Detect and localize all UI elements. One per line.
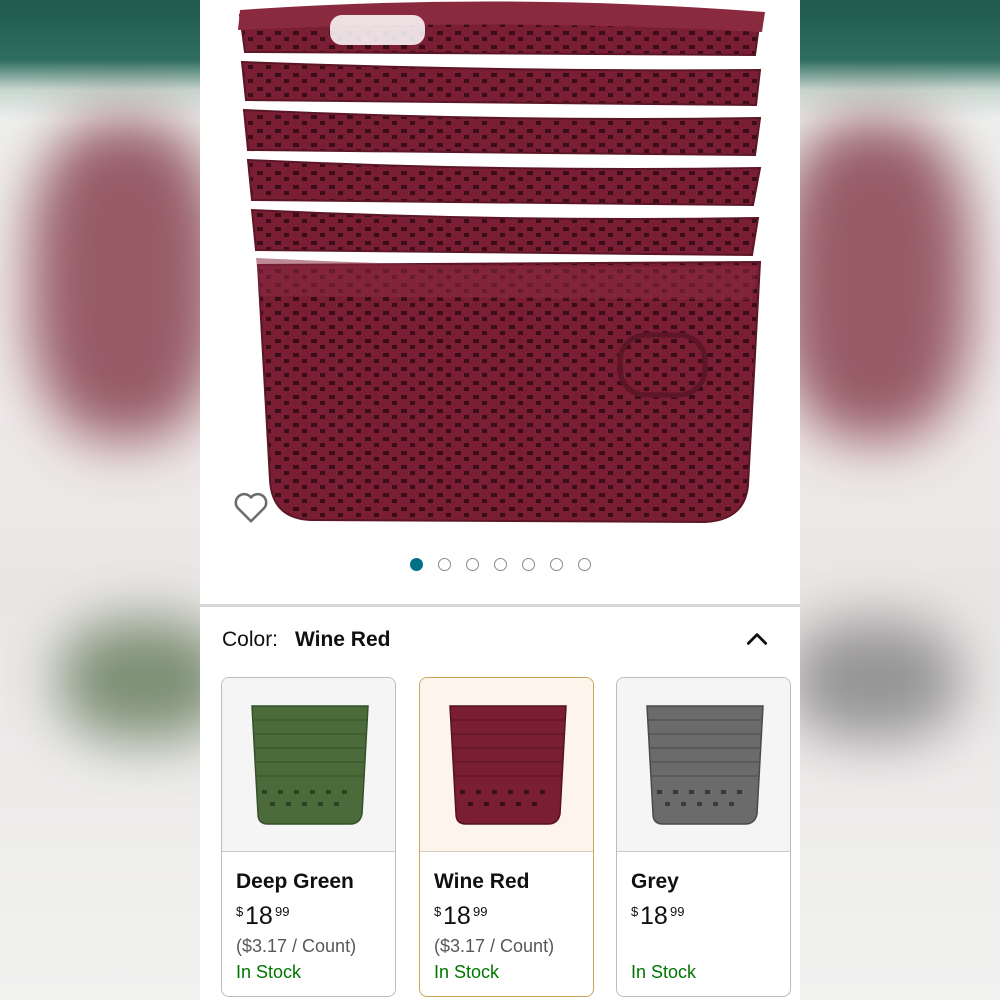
section-divider	[200, 604, 800, 607]
basket-stack-image	[238, 1, 765, 524]
color-option-thumbnail	[617, 678, 790, 852]
color-selector-header[interactable]: Color: Wine Red	[222, 626, 782, 656]
product-image-carousel[interactable]	[200, 0, 800, 605]
carousel-dot[interactable]	[409, 558, 423, 571]
color-option-thumbnail	[222, 678, 395, 852]
color-option-deep-green[interactable]: Deep Green $ 18 99 ($3.17 / Count) In St…	[221, 677, 396, 997]
carousel-dot[interactable]	[521, 558, 535, 571]
carousel-dot[interactable]	[465, 558, 479, 571]
carousel-dot[interactable]	[437, 558, 451, 571]
availability: In Stock	[236, 962, 302, 982]
unit-price: ($3.17 / Count)	[434, 936, 555, 956]
color-label: Color:	[222, 628, 279, 651]
selected-color-value: Wine Red	[295, 628, 391, 651]
price-fraction: 99	[275, 904, 290, 919]
price-symbol: $	[236, 904, 244, 919]
color-option-name: Deep Green	[236, 870, 354, 893]
chevron-up-icon[interactable]	[744, 626, 770, 652]
carousel-dot[interactable]	[549, 558, 563, 571]
red-basket-image	[449, 705, 567, 825]
green-basket-image	[251, 705, 369, 825]
availability: In Stock	[434, 962, 500, 982]
price-whole: 18	[245, 902, 273, 930]
price-symbol: $	[434, 904, 442, 919]
unit-price: ($3.17 / Count)	[236, 936, 357, 956]
color-option-wine-red[interactable]: Wine Red $ 18 99 ($3.17 / Count) In Stoc…	[419, 677, 594, 997]
availability: In Stock	[631, 962, 697, 982]
carousel-dots	[200, 558, 800, 574]
product-page: Color: Wine Red Deep Green $ 18 99 ($3.1…	[200, 0, 800, 1000]
price-symbol: $	[631, 904, 639, 919]
price-fraction: 99	[473, 904, 488, 919]
price: $ 18 99	[236, 900, 395, 934]
price-whole: 18	[443, 902, 471, 930]
heart-outline-icon[interactable]	[232, 488, 270, 526]
blurred-backdrop-right	[800, 0, 1000, 1000]
color-option-grey[interactable]: Grey $ 18 99 In Stock	[616, 677, 791, 997]
grey-basket-image	[646, 705, 764, 825]
color-option-name: Grey	[631, 870, 679, 893]
price-fraction: 99	[670, 904, 685, 919]
carousel-dot[interactable]	[577, 558, 591, 571]
color-option-name: Wine Red	[434, 870, 530, 893]
price: $ 18 99	[631, 900, 790, 934]
price-whole: 18	[640, 902, 668, 930]
carousel-dot[interactable]	[493, 558, 507, 571]
color-option-thumbnail	[420, 678, 593, 852]
price: $ 18 99	[434, 900, 593, 934]
blurred-backdrop-left	[0, 0, 200, 1000]
